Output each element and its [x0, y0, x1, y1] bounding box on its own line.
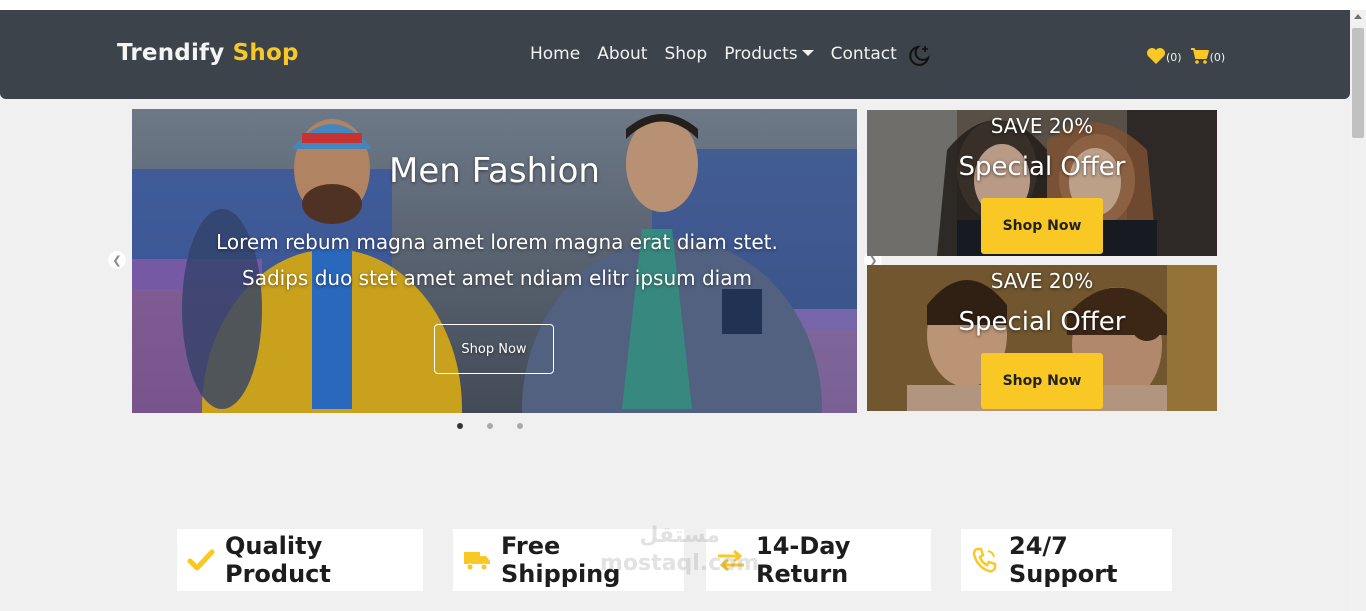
nav-about[interactable]: About	[597, 44, 647, 64]
feature-label: Free Shipping	[501, 532, 621, 588]
chevron-left-icon: ❮	[112, 253, 122, 267]
offer-2-title: Special Offer	[958, 307, 1126, 337]
main-menu: Home About Shop Products Contact	[530, 44, 914, 64]
cart-icon	[1190, 47, 1210, 68]
navbar: Trendify Shop Home About Shop Products C…	[0, 10, 1350, 99]
feature-24-7-support: 24/7 Support	[961, 529, 1172, 591]
cart-count: (0)	[1209, 51, 1226, 64]
hero-description: Lorem rebum magna amet lorem magna erat …	[216, 230, 778, 290]
hero-caption: Men Fashion Lorem rebum magna amet lorem…	[132, 109, 857, 413]
caret-down-icon	[801, 50, 814, 56]
nav-products-dropdown[interactable]: Products	[724, 44, 814, 64]
feature-label: 14-Day Return	[756, 532, 851, 588]
nav-counters: (0) (0)	[1146, 47, 1233, 68]
browser-top-strip	[0, 0, 1366, 10]
feature-quality-product: Quality Product	[177, 529, 423, 591]
truck-icon	[463, 548, 491, 572]
scroll-up-arrow-icon[interactable]	[1354, 14, 1362, 19]
brand-logo[interactable]: Trendify Shop	[117, 40, 299, 66]
carousel-indicator-2[interactable]	[487, 423, 493, 429]
cart-button[interactable]: (0)	[1190, 47, 1226, 68]
nav-shop[interactable]: Shop	[664, 44, 707, 64]
hero-title: Men Fashion	[389, 151, 600, 191]
check-icon	[187, 548, 215, 572]
feature-label: Quality Product	[225, 532, 331, 588]
carousel-indicator-3[interactable]	[517, 423, 523, 429]
offer-2-discount: SAVE 20%	[990, 269, 1094, 293]
nav-contact[interactable]: Contact	[831, 44, 897, 64]
exchange-icon	[716, 548, 746, 572]
offer-card-1: SAVE 20% Special Offer Shop Now	[867, 110, 1217, 256]
scroll-thumb[interactable]	[1352, 28, 1364, 138]
page-scrollbar[interactable]	[1350, 10, 1366, 611]
offer-1-discount: SAVE 20%	[990, 114, 1094, 138]
phone-icon	[971, 546, 999, 574]
offer-2-shop-now-button[interactable]: Shop Now	[981, 353, 1103, 409]
wishlist-button[interactable]: (0)	[1146, 47, 1182, 68]
nav-products-label: Products	[724, 44, 798, 64]
nav-home[interactable]: Home	[530, 44, 580, 64]
carousel-indicator-1[interactable]	[457, 423, 463, 429]
carousel-prev-button[interactable]: ❮	[108, 251, 126, 269]
offer-card-2: SAVE 20% Special Offer Shop Now	[867, 265, 1217, 411]
hero-shop-now-button[interactable]: Shop Now	[434, 324, 554, 374]
carousel-indicators	[457, 423, 547, 429]
wishlist-count: (0)	[1166, 51, 1182, 64]
heart-icon	[1146, 47, 1166, 68]
feature-free-shipping: Free Shipping	[453, 529, 684, 591]
offer-1-shop-now-button[interactable]: Shop Now	[981, 198, 1103, 254]
feature-label: 24/7 Support	[1009, 532, 1118, 588]
offer-1-title: Special Offer	[958, 152, 1126, 182]
hero-carousel: Men Fashion Lorem rebum magna amet lorem…	[132, 109, 857, 413]
feature-14-day-return: 14-Day Return	[706, 529, 931, 591]
brand-name-part1: Trendify	[117, 40, 225, 66]
brand-name-part2: Shop	[232, 40, 299, 66]
moon-icon[interactable]	[907, 43, 933, 69]
